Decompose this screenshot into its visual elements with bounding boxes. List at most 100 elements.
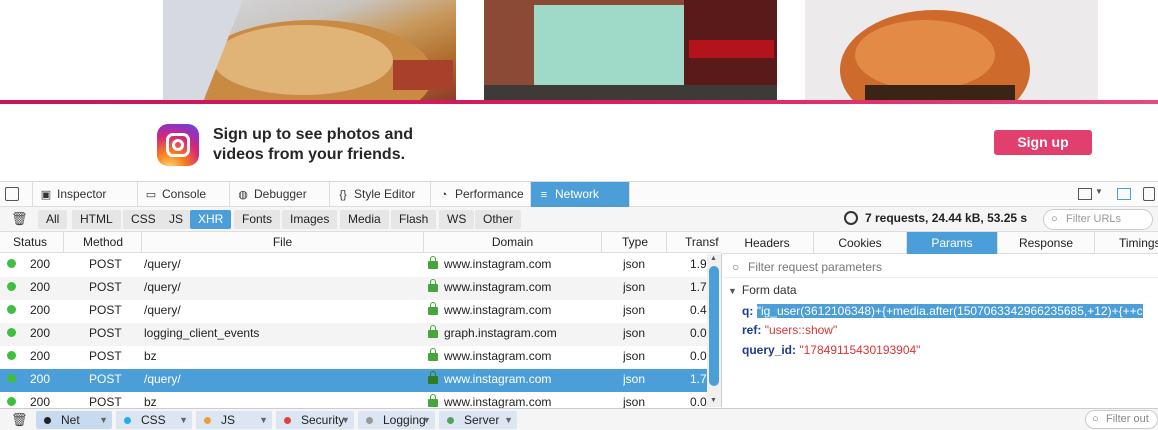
inspector-icon: ▣ — [40, 189, 52, 201]
toggle-sidebar-icon[interactable] — [1117, 188, 1131, 200]
cell-method: POST — [89, 257, 122, 271]
chevron-down-icon[interactable]: ▼ — [1095, 187, 1103, 196]
status-ok-icon — [7, 282, 16, 291]
tab-style-editor[interactable]: {} Style Editor — [330, 182, 431, 207]
table-row[interactable]: 200 POST/query/www.instagram.com json 1.7 — [0, 277, 707, 300]
filter-media[interactable]: Media — [340, 210, 389, 229]
tab-performance[interactable]: ◔ Performance — [431, 182, 531, 207]
cell-status: 200 — [30, 257, 51, 271]
cell-status: 200 — [30, 303, 51, 317]
console-filter-css[interactable]: CSS ▼ — [116, 411, 192, 429]
cell-domain: www.instagram.com — [428, 277, 600, 300]
column-method[interactable]: Method — [64, 232, 142, 253]
filter-images[interactable]: Images — [282, 210, 338, 229]
console-filter-js[interactable]: JS ▼ — [196, 411, 272, 429]
column-status[interactable]: Status — [0, 232, 64, 253]
responsive-mode-icon[interactable] — [1143, 187, 1155, 201]
table-row[interactable]: 200 POST logging_client_events graph.instag… — [0, 323, 707, 346]
console-filter-server[interactable]: Server ▼ — [439, 411, 517, 429]
logging-dot-icon — [366, 417, 373, 424]
param-q-value: "ig_user(3612106348)+{+media.after(15070… — [756, 304, 1143, 318]
cell-type: json — [623, 280, 646, 294]
cell-type: json — [623, 257, 646, 271]
table-row[interactable]: 200 POST/query/www.instagram.com json 1.7 — [0, 369, 707, 392]
column-type[interactable]: Type — [602, 232, 667, 253]
cell-status: 200 — [30, 349, 51, 363]
trash-icon[interactable]: 🗑 — [11, 211, 28, 227]
tab-response[interactable]: Response — [998, 232, 1095, 254]
cell-domain: www.instagram.com — [428, 300, 600, 323]
scroll-down-arrow-icon[interactable]: ▼ — [710, 397, 717, 404]
console-filter-logging[interactable]: Logging ▼ — [358, 411, 435, 429]
filter-other[interactable]: Other — [475, 210, 522, 229]
filter-xhr[interactable]: XHR — [190, 210, 232, 229]
sign-up-button[interactable]: Sign up — [994, 130, 1092, 155]
param-ref[interactable]: ref: "users::show" — [742, 323, 837, 337]
console-icon: ▭ — [145, 189, 157, 201]
tab-debugger[interactable]: ◍ Debugger — [230, 182, 330, 207]
tab-timings[interactable]: Timings — [1095, 232, 1158, 254]
scrollbar-thumb[interactable] — [709, 266, 719, 386]
pick-element-icon[interactable] — [5, 187, 19, 201]
console-filter-net[interactable]: Net ▼ — [36, 411, 112, 429]
tab-console[interactable]: ▭ Console — [138, 182, 230, 207]
tab-cookies[interactable]: Cookies — [814, 232, 907, 254]
signup-prompt-text: Sign up to see photos and videos from yo… — [213, 126, 413, 163]
filter-urls-input[interactable]: ○ Filter URLs — [1043, 209, 1153, 230]
status-ok-icon — [7, 328, 16, 337]
column-transferred[interactable]: Transf — [667, 232, 721, 253]
chevron-down-icon: ▼ — [422, 415, 431, 425]
filter-js[interactable]: JS — [161, 210, 192, 229]
param-ref-value: "users::show" — [764, 323, 838, 337]
braces-icon: {} — [339, 189, 347, 201]
details-tabs: Headers Cookies Params Response Timings — [721, 232, 1158, 254]
cell-domain: graph.instagram.com — [428, 323, 600, 346]
trash-icon[interactable]: 🗑 — [11, 412, 28, 428]
filter-html[interactable]: HTML — [72, 210, 121, 229]
tab-network[interactable]: ≡ Network — [531, 182, 630, 207]
burger-image-2 — [805, 0, 1098, 102]
table-row[interactable]: 200 POST/query/www.instagram.com json 0.4 — [0, 300, 707, 323]
status-ok-icon — [7, 374, 16, 383]
column-file[interactable]: File — [142, 232, 424, 253]
param-query-id[interactable]: query_id: "17849115430193904" — [742, 343, 920, 357]
table-row[interactable]: 200 POST/query/www.instagram.com json 1.9 — [0, 254, 707, 277]
photo-burger-1[interactable] — [163, 0, 456, 102]
table-row[interactable]: 200 POST bz www.instagram.com json 0.0 — [0, 346, 707, 369]
status-ok-icon — [7, 305, 16, 314]
form-data-section[interactable]: ▼ Form data — [728, 283, 797, 297]
column-domain[interactable]: Domain — [424, 232, 602, 253]
status-ok-icon — [7, 259, 16, 268]
filter-fonts[interactable]: Fonts — [234, 210, 281, 229]
chevron-down-icon: ▼ — [259, 415, 268, 425]
tab-headers[interactable]: Headers — [721, 232, 814, 254]
debugger-icon: ◍ — [238, 189, 248, 201]
security-dot-icon — [284, 417, 291, 424]
cell-status: 200 — [30, 372, 51, 386]
tab-inspector[interactable]: ▣ Inspector — [32, 182, 138, 207]
server-dot-icon — [447, 417, 454, 424]
filter-ws[interactable]: WS — [439, 210, 475, 229]
filter-all[interactable]: All — [38, 210, 68, 229]
js-dot-icon — [204, 417, 211, 424]
filter-output-input[interactable]: ○ Filter out — [1085, 410, 1158, 429]
filter-css[interactable]: CSS — [123, 210, 164, 229]
lock-icon — [428, 256, 438, 269]
cell-status: 200 — [30, 326, 51, 340]
tab-params[interactable]: Params — [907, 232, 998, 254]
param-query-id-value: "17849115430193904" — [799, 343, 921, 357]
param-q[interactable]: q: "ig_user(3612106348)+{+media.after(15… — [742, 304, 1143, 318]
instagram-logo-icon — [157, 124, 199, 166]
filter-params-input[interactable]: ○ Filter request parameters — [724, 257, 1158, 278]
search-icon: ○ — [1092, 413, 1099, 425]
console-filter-security[interactable]: Security ▼ — [276, 411, 354, 429]
photo-burger-2[interactable] — [805, 0, 1098, 102]
cell-method: POST — [89, 372, 122, 386]
scroll-up-arrow-icon[interactable]: ▲ — [710, 255, 717, 262]
filter-flash[interactable]: Flash — [391, 210, 437, 229]
layout-toggle-icon[interactable] — [1078, 188, 1092, 200]
cell-transferred: 1.9 — [690, 257, 707, 271]
chevron-down-icon: ▼ — [179, 415, 188, 425]
photo-storefront[interactable] — [484, 0, 777, 102]
screen: Sign up to see photos and videos from yo… — [0, 0, 1158, 430]
